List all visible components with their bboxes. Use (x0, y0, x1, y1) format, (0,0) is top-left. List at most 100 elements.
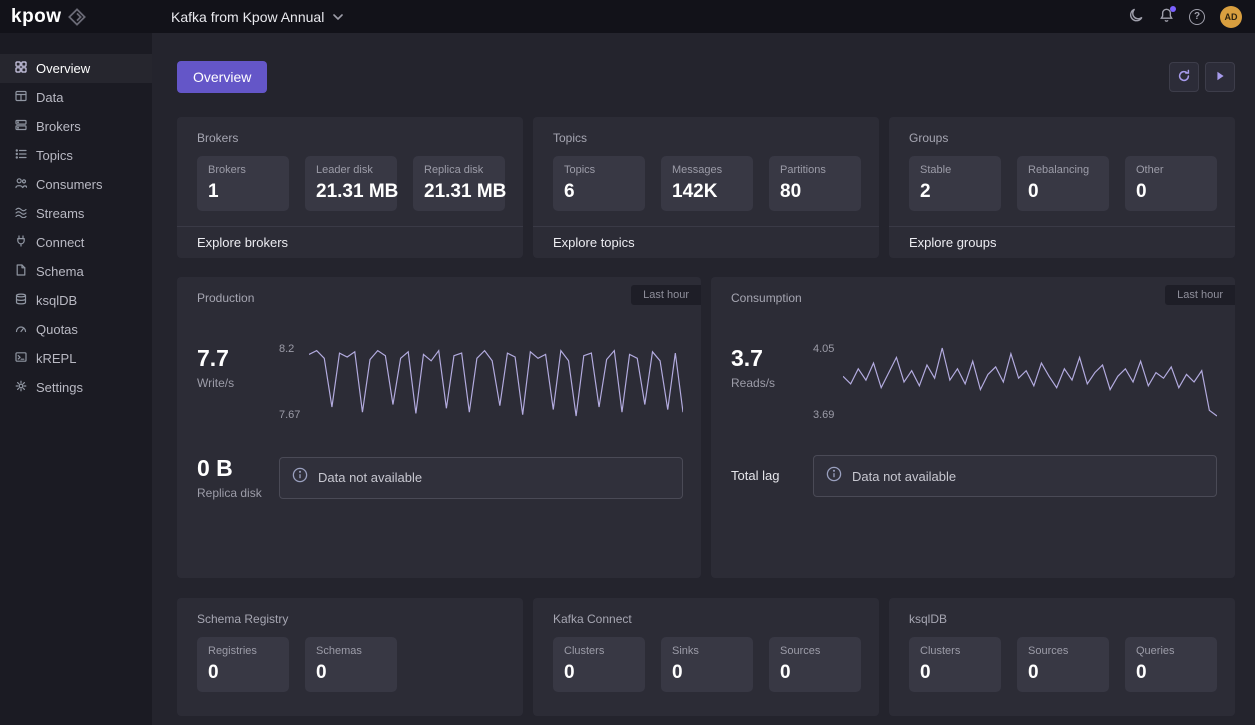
stat-clusters: Clusters 0 (909, 637, 1001, 692)
consumption-sparkline (843, 347, 1217, 417)
stat-label: Topics (564, 164, 596, 176)
main-content: Overview Brokers Brokers 1 Leader disk 2… (152, 33, 1255, 725)
cluster-selector[interactable]: Kafka from Kpow Annual (171, 8, 344, 25)
consumption-chart: 4.05 3.69 (813, 343, 1217, 421)
dark-mode-toggle[interactable] (1129, 8, 1144, 26)
sidebar-item-schema[interactable]: Schema (0, 257, 152, 286)
sidebar-item-settings[interactable]: Settings (0, 373, 152, 402)
notifications-button[interactable] (1159, 5, 1176, 26)
production-card: Last hour Production 7.7 Write/s 8.2 7.6… (177, 277, 701, 578)
production-chart: 8.2 7.67 (279, 343, 683, 421)
metric-value: 7.7 (197, 345, 229, 371)
help-button[interactable]: ? (1189, 8, 1205, 25)
stat-value: 0 (564, 662, 575, 683)
metric-label: Replica disk (197, 486, 262, 500)
replica-disk-row: 0 B Replica disk Data not available (177, 455, 701, 500)
data-not-available-alert: Data not available (279, 456, 683, 499)
card-title: ksqlDB (909, 612, 948, 626)
brokers-stats: Brokers 1 Leader disk 21.31 MB Replica d… (177, 145, 523, 211)
data-not-available-alert: Data not available (813, 455, 1217, 497)
stat-value: 21.31 MB (424, 181, 507, 202)
stat-leader-disk: Leader disk 21.31 MB (305, 156, 399, 211)
metric-value: 3.7 (731, 345, 763, 371)
sidebar-item-krepl[interactable]: kREPL (0, 344, 152, 373)
stat-label: Sources (1028, 645, 1069, 657)
metric-label: Write/s (197, 376, 235, 390)
card-title: Schema Registry (197, 612, 289, 626)
refresh-button[interactable] (1169, 62, 1199, 92)
topics-stats: Topics 6 Messages 142K Partitions 80 (533, 145, 879, 211)
sidebar-item-label: Consumers (36, 177, 103, 192)
chart-min-label: 3.69 (813, 409, 835, 421)
consumption-card: Last hour Consumption 3.7 Reads/s 4.05 3… (711, 277, 1235, 578)
last-hour-badge: Last hour (631, 285, 701, 305)
sidebar-item-topics[interactable]: Topics (0, 141, 152, 170)
sidebar-item-quotas[interactable]: Quotas (0, 315, 152, 344)
help-icon: ? (1189, 8, 1205, 25)
stat-value: 0 (208, 662, 219, 683)
sidebar-item-label: Settings (36, 380, 83, 395)
server-icon (15, 119, 27, 134)
sidebar-item-connect[interactable]: Connect (0, 228, 152, 257)
stat-sources: Sources 0 (769, 637, 861, 692)
document-icon (15, 264, 27, 279)
production-sparkline (309, 349, 683, 417)
refresh-icon (1177, 69, 1191, 86)
schema-registry-stats: Registries 0 Schemas 0 (177, 626, 523, 692)
groups-stats: Stable 2 Rebalancing 0 Other 0 (889, 145, 1235, 211)
stat-replica-disk: Replica disk 21.31 MB (413, 156, 507, 211)
plug-icon (15, 235, 27, 250)
kpow-logo-icon (67, 7, 86, 26)
stat-label: Schemas (316, 645, 362, 657)
stat-messages: Messages 142K (661, 156, 753, 211)
gauge-icon (15, 322, 27, 337)
metric-value: 0 B (197, 455, 233, 481)
sidebar-item-label: Brokers (36, 119, 81, 134)
sidebar-item-data[interactable]: Data (0, 83, 152, 112)
stat-value: 0 (1136, 662, 1147, 683)
sidebar-item-label: Connect (36, 235, 85, 250)
sidebar-item-label: ksqlDB (36, 293, 78, 308)
brokers-card: Brokers Brokers 1 Leader disk 21.31 MB R… (177, 117, 523, 258)
ksqldb-stats: Clusters 0 Sources 0 Queries 0 (889, 626, 1235, 692)
list-icon (15, 148, 27, 163)
stat-label: Sources (780, 645, 821, 657)
stat-label: Stable (920, 164, 952, 176)
kafka-connect-card: Kafka Connect Clusters 0 Sinks 0 Sources… (533, 598, 879, 716)
stat-value: 2 (920, 181, 931, 202)
sidebar-item-label: kREPL (36, 351, 77, 366)
stat-label: Leader disk (316, 164, 373, 176)
user-menu-button[interactable]: AD (1220, 5, 1242, 28)
sidebar-item-brokers[interactable]: Brokers (0, 112, 152, 141)
explore-topics-link[interactable]: Explore topics (533, 226, 879, 258)
explore-brokers-link[interactable]: Explore brokers (177, 226, 523, 258)
replica-disk-metric: 0 B Replica disk (197, 455, 279, 500)
page-toolbar: Overview (177, 61, 1235, 93)
gear-icon (15, 380, 27, 395)
topics-card: Topics Topics 6 Messages 142K Partitions… (533, 117, 879, 258)
alert-text: Data not available (852, 468, 957, 484)
info-icon (292, 467, 308, 488)
play-button[interactable] (1205, 62, 1235, 92)
sidebar-item-ksqldb[interactable]: ksqlDB (0, 286, 152, 315)
explore-groups-link[interactable]: Explore groups (889, 226, 1235, 258)
cluster-selector-label: Kafka from Kpow Annual (171, 8, 325, 25)
stat-value: 80 (780, 181, 802, 202)
notification-dot (1170, 5, 1176, 12)
last-hour-badge: Last hour (1165, 285, 1235, 305)
kpow-logo: kpow (0, 7, 152, 26)
stat-label: Partitions (780, 164, 826, 176)
stat-value: 21.31 MB (316, 181, 399, 202)
sidebar-item-overview[interactable]: Overview (0, 54, 152, 83)
sidebar-item-streams[interactable]: Streams (0, 199, 152, 228)
card-title: Topics (553, 131, 588, 145)
stat-value: 6 (564, 181, 575, 202)
sidebar-item-label: Schema (36, 264, 84, 279)
stat-label: Other (1136, 164, 1164, 176)
stat-label: Sinks (672, 645, 699, 657)
alert-text: Data not available (318, 470, 423, 485)
sidebar-item-consumers[interactable]: Consumers (0, 170, 152, 199)
consumption-metric-row: 3.7 Reads/s 4.05 3.69 (711, 343, 1235, 421)
overview-button[interactable]: Overview (177, 61, 268, 93)
chart-max-label: 8.2 (279, 343, 295, 355)
